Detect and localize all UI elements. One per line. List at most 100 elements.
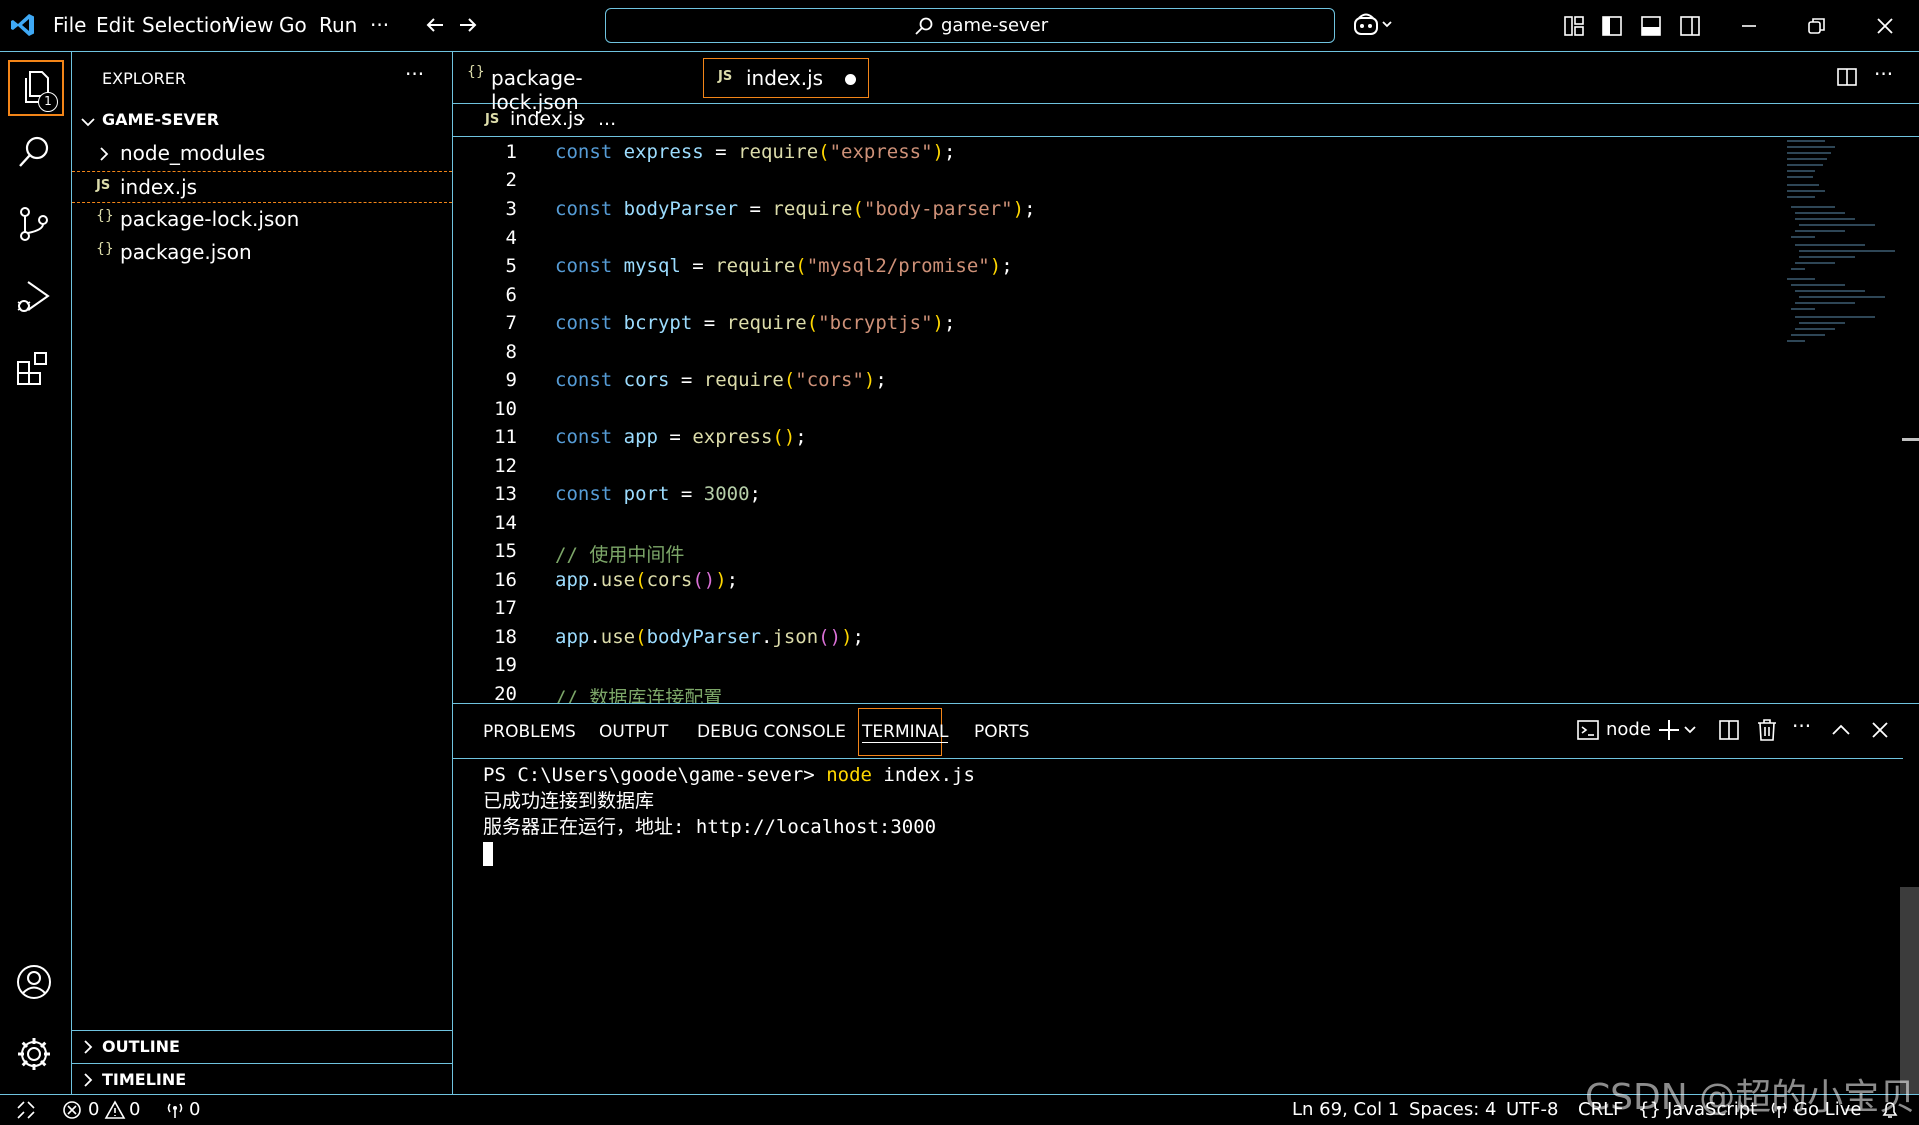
explorer-sidebar: EXPLORER ··· GAME-SEVER node_modules JS … bbox=[72, 52, 453, 1094]
terminal-output[interactable]: PS C:\Users\goode\game-sever> node index… bbox=[483, 762, 975, 866]
js-file-icon: JS bbox=[718, 69, 733, 84]
tree-item-node-modules[interactable]: node_modules bbox=[72, 138, 452, 170]
line-number: 9 bbox=[505, 369, 517, 391]
panel-more-button[interactable]: ··· bbox=[1792, 714, 1811, 738]
tree-item-index-js[interactable]: JS index.js bbox=[72, 171, 452, 203]
code-line: const bcrypt = require("bcryptjs"); bbox=[555, 312, 956, 334]
menu-view[interactable]: View bbox=[226, 13, 273, 37]
terminal-line: 已成功连接到数据库 bbox=[483, 790, 655, 812]
chevron-right-icon bbox=[96, 146, 112, 162]
remote-icon[interactable] bbox=[16, 1100, 36, 1120]
line-number: 8 bbox=[505, 341, 517, 363]
ports-count[interactable]: 0 bbox=[189, 1099, 200, 1120]
indentation[interactable]: Spaces: 4 bbox=[1409, 1099, 1496, 1120]
close-window-icon[interactable] bbox=[1874, 15, 1896, 37]
tab-ports[interactable]: PORTS bbox=[974, 722, 1029, 742]
tab-label: index.js bbox=[746, 66, 824, 90]
split-terminal-icon[interactable] bbox=[1718, 719, 1740, 741]
folder-header[interactable]: GAME-SEVER bbox=[72, 105, 452, 137]
line-number: 19 bbox=[494, 654, 517, 676]
warning-count[interactable]: 0 bbox=[129, 1099, 140, 1120]
minimize-icon[interactable] bbox=[1738, 15, 1760, 37]
encoding[interactable]: UTF-8 bbox=[1506, 1099, 1558, 1120]
menu-go[interactable]: Go bbox=[279, 13, 307, 37]
trash-icon[interactable] bbox=[1756, 718, 1778, 742]
code-editor[interactable]: 1 const express = require("express"); 2 3… bbox=[453, 137, 1783, 703]
extensions-icon[interactable] bbox=[14, 348, 58, 392]
terminal-shell-icon[interactable] bbox=[1576, 718, 1600, 742]
tab-problems[interactable]: PROBLEMS bbox=[483, 722, 576, 742]
toggle-panel-icon[interactable] bbox=[1640, 15, 1662, 37]
folder-name: GAME-SEVER bbox=[102, 110, 220, 129]
close-panel-icon[interactable] bbox=[1869, 719, 1891, 741]
menu-file[interactable]: File bbox=[53, 13, 86, 37]
explorer-more-button[interactable]: ··· bbox=[405, 62, 424, 86]
tree-item-label: index.js bbox=[120, 175, 198, 199]
run-debug-icon[interactable] bbox=[14, 276, 58, 320]
restore-icon[interactable] bbox=[1806, 15, 1828, 37]
breadcrumb-file[interactable]: index.js bbox=[510, 108, 583, 130]
tab-debug-console[interactable]: DEBUG CONSOLE bbox=[697, 722, 846, 742]
error-count[interactable]: 0 bbox=[88, 1099, 99, 1120]
forward-arrow-icon[interactable] bbox=[457, 14, 479, 36]
breadcrumb: JS index.js › ... bbox=[453, 105, 1919, 137]
tab-package-lock-json[interactable]: {} package-lock.json bbox=[461, 58, 649, 114]
line-number: 14 bbox=[494, 512, 517, 534]
tab-index-js[interactable]: JS index.js bbox=[703, 58, 869, 98]
menu-selection[interactable]: Selection bbox=[142, 13, 234, 37]
toggle-primary-sidebar-icon[interactable] bbox=[1601, 15, 1623, 37]
code-line: const app = express(); bbox=[555, 426, 807, 448]
menu-more[interactable]: ··· bbox=[370, 13, 389, 37]
warning-icon bbox=[104, 1100, 126, 1120]
editor-more-button[interactable]: ··· bbox=[1874, 62, 1893, 86]
outline-label: OUTLINE bbox=[102, 1037, 180, 1056]
terminal-scrollbar[interactable] bbox=[1900, 887, 1919, 1095]
menu-edit[interactable]: Edit bbox=[96, 13, 135, 37]
timeline-section[interactable]: TIMELINE bbox=[72, 1063, 452, 1096]
cursor-position[interactable]: Ln 69, Col 1 bbox=[1292, 1099, 1399, 1120]
split-editor-icon[interactable] bbox=[1836, 66, 1858, 88]
line-number: 17 bbox=[494, 597, 517, 619]
menu-run[interactable]: Run bbox=[319, 13, 357, 37]
tab-terminal[interactable]: TERMINAL bbox=[858, 708, 949, 756]
source-control-icon[interactable] bbox=[14, 204, 58, 248]
code-comment: // 数据库连接配置 bbox=[555, 687, 723, 703]
copilot-icon[interactable] bbox=[1353, 12, 1397, 38]
line-number: 20 bbox=[494, 683, 517, 703]
outline-section[interactable]: OUTLINE bbox=[72, 1030, 452, 1063]
json-file-icon: {} bbox=[96, 241, 114, 257]
search-activity-icon[interactable] bbox=[14, 132, 58, 176]
terminal-shell-name[interactable]: node bbox=[1606, 719, 1651, 740]
js-file-icon: JS bbox=[96, 178, 111, 193]
settings-gear-icon[interactable] bbox=[14, 1034, 58, 1078]
code-comment: // 使用中间件 bbox=[555, 544, 685, 566]
command-center-search[interactable]: game-sever bbox=[605, 8, 1335, 43]
vscode-logo-icon bbox=[10, 12, 36, 38]
tree-item-package-json[interactable]: {} package.json bbox=[72, 237, 452, 269]
customize-layout-icon[interactable] bbox=[1563, 15, 1585, 37]
tree-item-label: package-lock.json bbox=[120, 207, 300, 231]
line-number: 13 bbox=[494, 483, 517, 505]
line-number: 15 bbox=[494, 540, 517, 562]
tab-output[interactable]: OUTPUT bbox=[599, 722, 668, 742]
line-number: 12 bbox=[494, 455, 517, 477]
code-line: const bodyParser = require("body-parser"… bbox=[555, 198, 1036, 220]
explorer-activity[interactable]: 1 bbox=[8, 60, 64, 116]
breadcrumb-separator: › bbox=[578, 106, 586, 130]
terminal-line: 服务器正在运行，地址: http://localhost:3000 bbox=[483, 816, 937, 838]
minimap[interactable] bbox=[1785, 137, 1905, 352]
toggle-secondary-sidebar-icon[interactable] bbox=[1679, 15, 1701, 37]
account-icon[interactable] bbox=[14, 962, 58, 1006]
code-line: const express = require("express"); bbox=[555, 141, 956, 163]
line-number: 11 bbox=[494, 426, 517, 448]
search-text: game-sever bbox=[941, 15, 1049, 36]
line-number: 7 bbox=[505, 312, 517, 334]
back-arrow-icon[interactable] bbox=[424, 14, 446, 36]
code-line: const mysql = require("mysql2/promise"); bbox=[555, 255, 1013, 277]
new-terminal-icon[interactable] bbox=[1658, 717, 1698, 743]
tree-item-package-lock-json[interactable]: {} package-lock.json bbox=[72, 204, 452, 236]
breadcrumb-symbol[interactable]: ... bbox=[598, 108, 616, 130]
chevron-right-icon bbox=[80, 1039, 96, 1055]
maximize-panel-icon[interactable] bbox=[1830, 719, 1852, 741]
unsaved-dot-icon[interactable] bbox=[845, 74, 856, 85]
